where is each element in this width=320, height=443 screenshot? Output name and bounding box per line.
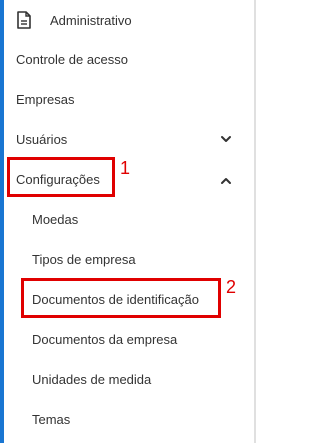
submenu-item-label: Documentos da empresa	[32, 331, 178, 347]
menu-item-label: Empresas	[16, 91, 75, 107]
document-icon	[16, 11, 32, 29]
menu-header-administrativo[interactable]: Administrativo	[0, 0, 250, 40]
chevron-down-icon[interactable]	[220, 133, 232, 145]
submenu-item-label: Documentos de identificação	[32, 291, 199, 307]
submenu-item-tipos-de-empresa[interactable]: Tipos de empresa	[0, 239, 250, 279]
submenu-item-label: Unidades de medida	[32, 371, 152, 387]
submenu-item-moedas[interactable]: Moedas	[0, 199, 250, 239]
sidebar-divider	[254, 0, 256, 443]
menu-header-label: Administrativo	[50, 12, 132, 28]
menu-item-usuarios[interactable]: Usuários	[0, 119, 250, 159]
menu-item-label: Controle de acesso	[16, 51, 129, 67]
menu-item-label: Configurações	[16, 171, 100, 187]
submenu-item-label: Moedas	[32, 211, 79, 227]
menu-item-controle-de-acesso[interactable]: Controle de acesso	[0, 39, 250, 79]
submenu-item-unidades-de-medida[interactable]: Unidades de medida	[0, 359, 250, 399]
chevron-up-icon[interactable]	[220, 175, 232, 187]
menu-item-empresas[interactable]: Empresas	[0, 79, 250, 119]
submenu-item-label: Tipos de empresa	[32, 251, 136, 267]
annotation-number-1: 1	[120, 158, 131, 178]
submenu-item-temas[interactable]: Temas	[0, 399, 250, 439]
submenu-item-documentos-da-empresa[interactable]: Documentos da empresa	[0, 319, 250, 359]
annotation-number-2: 2	[226, 277, 237, 297]
submenu-item-label: Temas	[32, 411, 71, 427]
menu-item-label: Usuários	[16, 131, 68, 147]
submenu-item-documentos-de-identificacao[interactable]: Documentos de identificação	[0, 279, 250, 319]
